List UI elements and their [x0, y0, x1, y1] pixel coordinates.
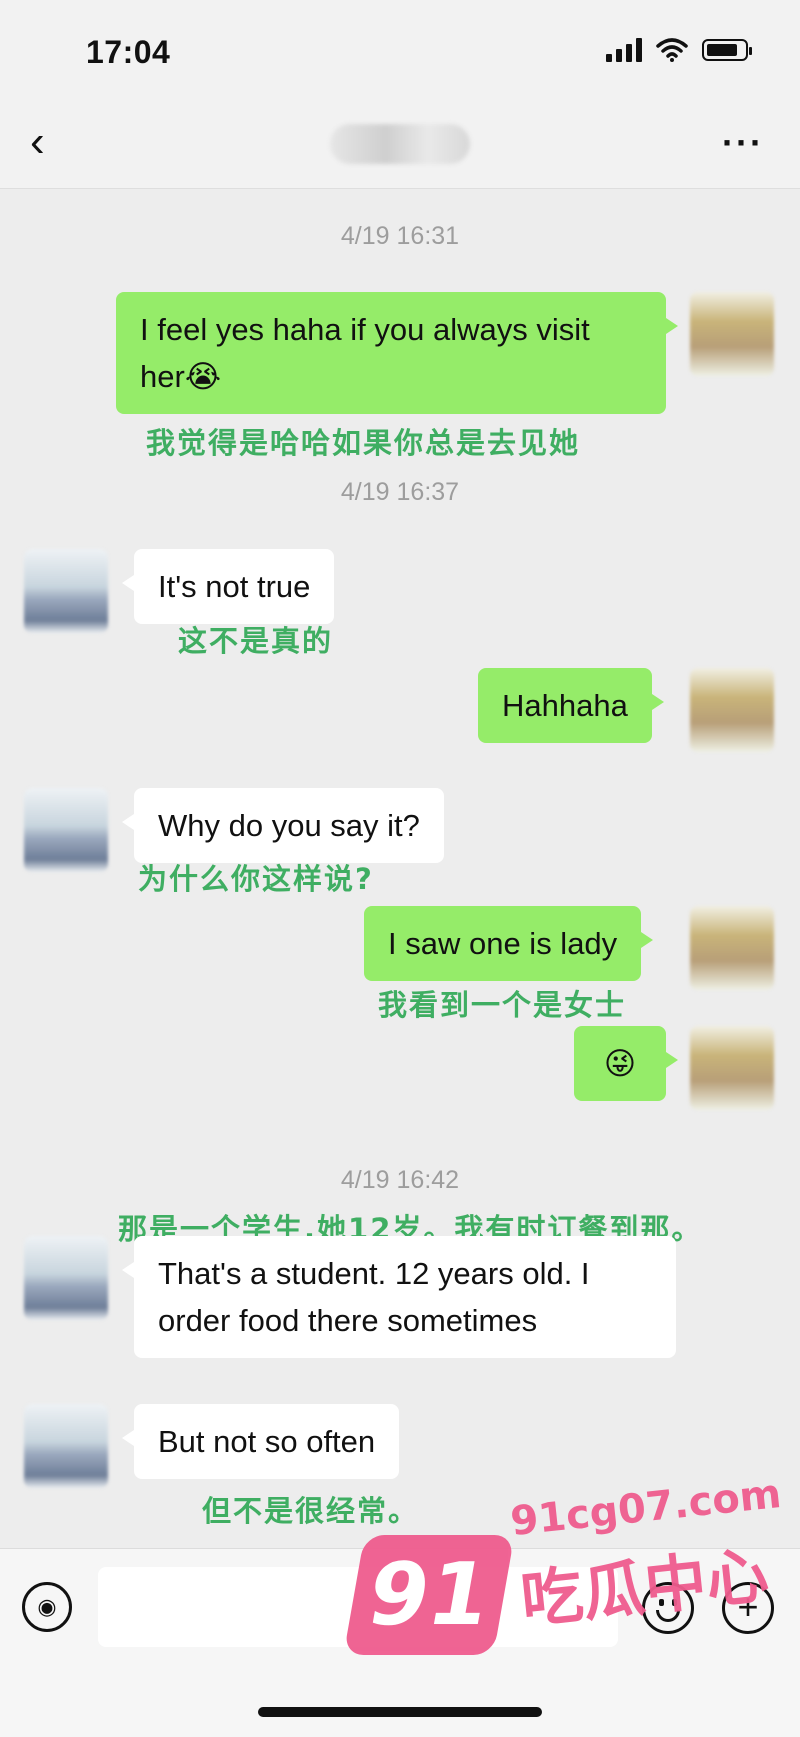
message-text: It's not true	[158, 569, 311, 604]
chat-header: ‹ ···	[0, 100, 800, 189]
translation-text: 这不是真的	[178, 624, 334, 658]
message-bubble-received[interactable]: That's a student. 12 years old. I order …	[122, 1236, 676, 1358]
status-bar: 17:04	[0, 0, 800, 100]
timestamp: 4/19 16:37	[340, 478, 460, 506]
translation-text: 但不是很经常。	[202, 1494, 420, 1528]
avatar-self[interactable]	[690, 668, 774, 752]
avatar-contact[interactable]	[24, 549, 108, 633]
watermark-url: 91cg07.com	[508, 1470, 784, 1546]
message-bubble-sent[interactable]: 😜	[574, 1026, 678, 1101]
chat-title	[330, 124, 470, 164]
signal-icon	[606, 38, 642, 62]
message-bubble-received[interactable]: It's not true	[121, 549, 335, 624]
more-actions-button[interactable]: +	[722, 1582, 774, 1634]
translation-text: 我觉得是哈哈如果你总是去见她	[146, 426, 581, 460]
message-bubble-sent[interactable]: Hahhaha	[478, 668, 664, 743]
message-text: I saw one is lady	[388, 926, 618, 961]
message-bubble-sent[interactable]: I feel yes haha if you always visit her😭	[116, 292, 678, 414]
message-text: Why do you say it?	[158, 808, 420, 843]
timestamp: 4/19 16:42	[340, 1166, 460, 1194]
avatar-contact[interactable]	[24, 788, 108, 872]
back-button[interactable]: ‹	[30, 120, 45, 164]
message-text: That's a student. 12 years old. I order …	[158, 1256, 590, 1338]
battery-icon	[702, 39, 752, 61]
crying-emoji-icon: 😭	[184, 359, 222, 394]
message-bubble-sent[interactable]: I saw one is lady	[364, 906, 654, 981]
plus-icon: +	[737, 1586, 759, 1627]
avatar-contact[interactable]	[24, 1404, 108, 1488]
avatar-self[interactable]	[690, 906, 774, 990]
timestamp: 4/19 16:31	[340, 222, 460, 250]
wifi-icon	[656, 38, 688, 62]
more-options-button[interactable]: ···	[722, 122, 764, 164]
translation-text: 我看到一个是女士	[378, 988, 627, 1022]
voice-input-button[interactable]: ◉	[22, 1582, 72, 1632]
home-indicator	[258, 1707, 542, 1717]
avatar-self[interactable]	[690, 1026, 774, 1110]
translation-text: 为什么你这样说?	[138, 862, 374, 896]
emoji-button[interactable]	[642, 1582, 694, 1634]
winking-emoji-icon: 😜	[603, 1046, 637, 1081]
voice-icon: ◉	[37, 1594, 57, 1619]
message-bubble-received[interactable]: Why do you say it?	[122, 788, 444, 863]
message-text: Hahhaha	[502, 688, 628, 723]
system-icons	[606, 38, 752, 62]
avatar-contact[interactable]	[24, 1236, 108, 1320]
message-input[interactable]	[98, 1567, 618, 1647]
status-time: 17:04	[86, 34, 171, 70]
input-bar: ◉ +	[0, 1548, 800, 1737]
avatar-self[interactable]	[690, 292, 774, 376]
message-text: But not so often	[158, 1424, 376, 1459]
message-bubble-received[interactable]: But not so often	[121, 1404, 400, 1479]
